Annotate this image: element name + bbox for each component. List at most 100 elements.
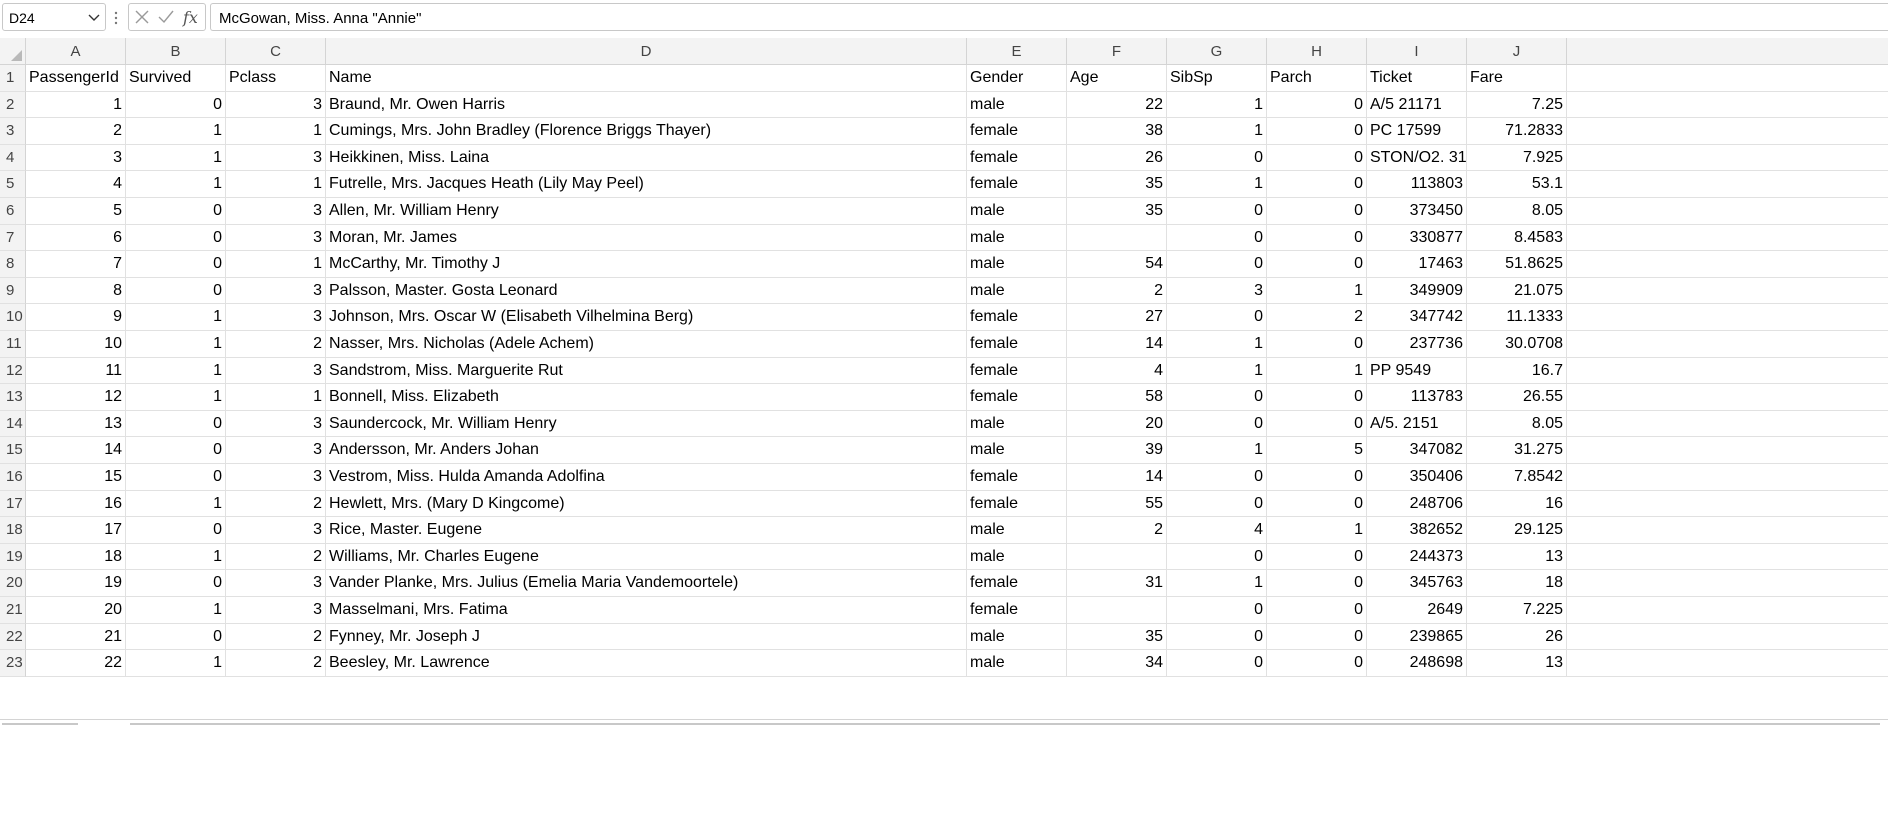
cell-d[interactable]: Cumings, Mrs. John Bradley (Florence Bri… — [326, 118, 967, 145]
cell-f[interactable]: 35 — [1067, 198, 1167, 225]
cell-d[interactable]: Masselmani, Mrs. Fatima — [326, 597, 967, 624]
cell-j[interactable]: 8.05 — [1467, 410, 1567, 438]
cell-h[interactable]: 1 — [1267, 277, 1367, 305]
cell-i[interactable]: 2649 — [1367, 597, 1467, 624]
cell-a[interactable]: 21 — [26, 623, 126, 651]
cell-a[interactable]: 7 — [26, 251, 126, 278]
row-header[interactable]: 21 — [0, 597, 26, 624]
cell-j[interactable]: 7.25 — [1467, 91, 1567, 119]
cell-a[interactable]: 4 — [26, 171, 126, 198]
cell-j[interactable]: 16 — [1467, 490, 1567, 518]
row-header[interactable]: 14 — [0, 410, 26, 438]
cell-i[interactable]: STON/O2. 31 — [1367, 144, 1467, 172]
cell-b[interactable]: 1 — [126, 144, 226, 172]
column-header-c[interactable]: C — [226, 38, 326, 64]
cell-c[interactable]: 2 — [226, 650, 326, 677]
cell-e[interactable]: male — [967, 251, 1067, 278]
cell-e[interactable]: female — [967, 357, 1067, 385]
cell-e[interactable]: male — [967, 91, 1067, 119]
cell-h[interactable]: 0 — [1267, 171, 1367, 198]
cell-a[interactable]: 22 — [26, 650, 126, 677]
cell-j[interactable]: 7.8542 — [1467, 464, 1567, 491]
cell-a[interactable]: 2 — [26, 118, 126, 145]
cell-h[interactable]: 0 — [1267, 384, 1367, 411]
row-header[interactable]: 13 — [0, 384, 26, 411]
cell-a[interactable]: 16 — [26, 490, 126, 518]
cell-d[interactable]: Nasser, Mrs. Nicholas (Adele Achem) — [326, 331, 967, 358]
cancel-icon[interactable] — [133, 8, 151, 26]
cell-e[interactable]: male — [967, 517, 1067, 544]
cell-c[interactable]: 2 — [226, 623, 326, 651]
cell-i[interactable]: A/5. 2151 — [1367, 410, 1467, 438]
row-header[interactable]: 18 — [0, 517, 26, 544]
cell-e[interactable]: female — [967, 490, 1067, 518]
cell-b[interactable]: 1 — [126, 490, 226, 518]
name-box[interactable]: D24 — [2, 3, 106, 31]
cell-i[interactable]: 349909 — [1367, 277, 1467, 305]
cell-j[interactable]: 13 — [1467, 543, 1567, 571]
sheet-tab-strip[interactable] — [2, 723, 78, 725]
row-header[interactable]: 1 — [0, 65, 26, 92]
cell-j[interactable]: 8.05 — [1467, 198, 1567, 225]
cell-a[interactable]: 19 — [26, 570, 126, 597]
cell-j[interactable]: 29.125 — [1467, 517, 1567, 544]
cell-c[interactable]: 3 — [226, 91, 326, 119]
more-dots-icon[interactable] — [112, 8, 120, 28]
cell-j[interactable]: 26.55 — [1467, 384, 1567, 411]
cell-i[interactable]: PC 17599 — [1367, 118, 1467, 145]
cell-h[interactable]: 0 — [1267, 144, 1367, 172]
empty-cell[interactable] — [1567, 597, 1888, 624]
cell-j[interactable]: 31.275 — [1467, 437, 1567, 464]
cell-c[interactable]: 2 — [226, 331, 326, 358]
empty-cell[interactable] — [1567, 331, 1888, 358]
cell-j[interactable]: 13 — [1467, 650, 1567, 677]
empty-cell[interactable] — [1567, 145, 1888, 172]
cell-g[interactable]: 0 — [1167, 384, 1267, 411]
cell-i[interactable]: 248706 — [1367, 490, 1467, 518]
cell-e[interactable]: male — [967, 410, 1067, 438]
cell-h[interactable]: 0 — [1267, 224, 1367, 252]
cell-g[interactable]: 0 — [1167, 224, 1267, 252]
cell-d[interactable]: Fynney, Mr. Joseph J — [326, 623, 967, 651]
cell-d[interactable]: Palsson, Master. Gosta Leonard — [326, 277, 967, 305]
cell-j[interactable]: 18 — [1467, 570, 1567, 597]
cell-h[interactable]: 5 — [1267, 437, 1367, 464]
cell-h[interactable]: 0 — [1267, 251, 1367, 278]
cell-f[interactable]: 2 — [1067, 277, 1167, 305]
empty-cell[interactable] — [1567, 278, 1888, 305]
cell-i[interactable]: 350406 — [1367, 464, 1467, 491]
chevron-down-icon[interactable] — [88, 13, 100, 23]
empty-cell[interactable] — [1567, 304, 1888, 331]
row-header[interactable]: 6 — [0, 198, 26, 225]
cell-h[interactable]: 0 — [1267, 198, 1367, 225]
cell-h[interactable]: 0 — [1267, 331, 1367, 358]
cell-i[interactable]: PP 9549 — [1367, 357, 1467, 385]
cell-c[interactable]: 3 — [226, 464, 326, 491]
cell-e[interactable]: male — [967, 650, 1067, 677]
cell-e[interactable]: female — [967, 570, 1067, 597]
cell-g[interactable]: 0 — [1167, 410, 1267, 438]
cell-f[interactable]: 35 — [1067, 171, 1167, 198]
cell-g[interactable]: 1 — [1167, 437, 1267, 464]
cell-f[interactable] — [1067, 597, 1167, 624]
empty-cell[interactable] — [1567, 517, 1888, 544]
cell-g[interactable]: 1 — [1167, 357, 1267, 385]
cell-g[interactable]: 0 — [1167, 251, 1267, 278]
empty-cell[interactable] — [1567, 384, 1888, 411]
cell-g[interactable]: 0 — [1167, 623, 1267, 651]
cell-h[interactable]: 2 — [1267, 304, 1367, 331]
cell-h[interactable]: 0 — [1267, 623, 1367, 651]
cell-b[interactable]: 1 — [126, 597, 226, 624]
cell-b[interactable]: 0 — [126, 277, 226, 305]
cell-e[interactable]: female — [967, 171, 1067, 198]
cell-d[interactable]: Vander Planke, Mrs. Julius (Emelia Maria… — [326, 570, 967, 597]
cell-g[interactable]: 0 — [1167, 198, 1267, 225]
cell-j[interactable]: 8.4583 — [1467, 224, 1567, 252]
cell-g[interactable]: 4 — [1167, 517, 1267, 544]
cell-h[interactable]: 1 — [1267, 517, 1367, 544]
cell-j[interactable]: 71.2833 — [1467, 118, 1567, 145]
cell-i[interactable]: 17463 — [1367, 251, 1467, 278]
cell-b[interactable]: 0 — [126, 570, 226, 597]
cell-d[interactable]: Allen, Mr. William Henry — [326, 198, 967, 225]
row-header[interactable]: 17 — [0, 490, 26, 518]
